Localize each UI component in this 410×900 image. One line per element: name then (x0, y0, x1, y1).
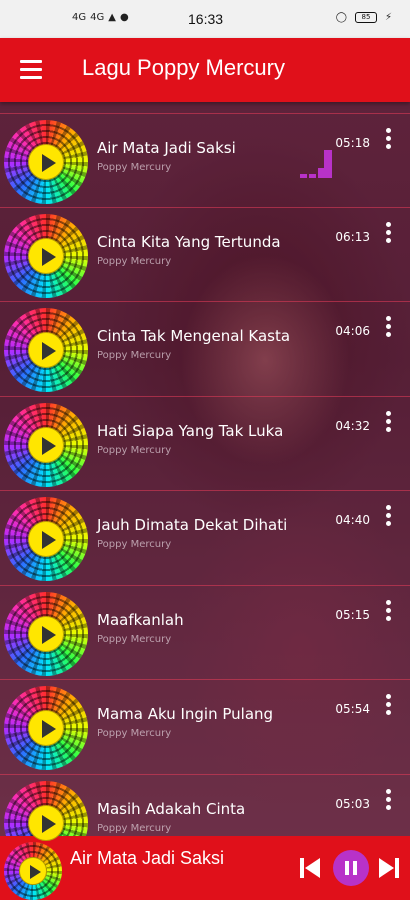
song-artist: Poppy Mercury (97, 633, 172, 645)
song-title: Air Mata Jadi Saksi (97, 139, 236, 157)
status-time: 16:33 (188, 11, 224, 27)
song-duration: 04:32 (335, 418, 370, 433)
song-thumbnail[interactable] (4, 686, 88, 770)
battery-icon: 85 (354, 12, 377, 23)
more-options-icon[interactable] (386, 694, 394, 718)
signal-icon: 4G (90, 12, 105, 23)
song-title: Jauh Dimata Dekat Dihati (97, 516, 288, 534)
song-title: Hati Siapa Yang Tak Luka (97, 421, 284, 440)
song-row[interactable]: Hati Siapa Yang Tak Luka Poppy Mercury 04:… (0, 397, 410, 491)
charging-icon: ⚡ (384, 12, 392, 23)
now-playing-title[interactable]: Air Mata Jadi Saksi (70, 848, 224, 869)
song-thumbnail[interactable] (4, 591, 88, 676)
song-artist: Poppy Mercury (97, 350, 172, 361)
song-title: Cinta Tak Mengenal Kasta (97, 327, 291, 345)
song-title: Masih Adakah Cinta (97, 799, 246, 818)
chat-icon: ● (119, 12, 129, 23)
song-duration: 05:15 (335, 607, 370, 622)
song-thumbnail[interactable] (4, 308, 88, 392)
signal-icon: 4G (72, 12, 87, 23)
now-playing-thumbnail[interactable] (4, 842, 62, 900)
now-playing-bar[interactable]: Air Mata Jadi Saksi (0, 836, 410, 900)
song-row[interactable]: Cinta Tak Mengenal Kasta Poppy Mercury 04:… (0, 302, 410, 397)
song-title: Cinta Kita Yang Tertunda (97, 232, 281, 251)
more-options-icon[interactable] (386, 505, 394, 529)
pause-button[interactable] (333, 850, 369, 886)
more-options-icon[interactable] (386, 410, 394, 435)
song-thumbnail[interactable] (4, 497, 88, 581)
app-bar: Lagu Poppy Mercury (0, 38, 410, 102)
hamburger-menu-icon[interactable] (20, 60, 44, 80)
song-list: Air Mata Jadi Saksi Poppy Mercury 05:18 Cin… (0, 113, 410, 869)
play-icon (28, 237, 64, 274)
song-artist: Poppy Mercury (97, 162, 172, 173)
song-thumbnail[interactable] (4, 402, 88, 487)
song-thumbnail[interactable] (4, 120, 88, 204)
song-row[interactable]: Cinta Kita Yang Tertunda Poppy Mercury 06:… (0, 208, 410, 302)
song-duration: 05:54 (335, 702, 370, 716)
more-options-icon[interactable] (386, 316, 394, 340)
more-options-icon[interactable] (386, 788, 394, 813)
play-icon (28, 615, 64, 652)
song-artist: Poppy Mercury (97, 822, 172, 834)
app-title: Lagu Poppy Mercury (82, 55, 285, 80)
more-options-icon[interactable] (386, 128, 394, 152)
location-icon: ◯ (335, 12, 347, 23)
status-icons-right: ◯ 85 ⚡ (336, 12, 392, 23)
song-title: Mama Aku Ingin Pulang (97, 705, 274, 723)
previous-track-button[interactable] (298, 857, 322, 879)
song-duration: 04:40 (335, 513, 370, 527)
song-duration: 06:13 (335, 229, 370, 244)
song-artist: Poppy Mercury (97, 728, 172, 739)
next-track-button[interactable] (378, 857, 402, 879)
more-options-icon[interactable] (386, 221, 394, 246)
play-icon (19, 857, 47, 885)
status-icons-left: 4G 4G ▲ ● (72, 12, 129, 23)
song-thumbnail[interactable] (4, 213, 88, 298)
song-row[interactable]: Jauh Dimata Dekat Dihati Poppy Mercury 04:… (0, 491, 410, 586)
song-row[interactable]: Mama Aku Ingin Pulang Poppy Mercury 05:54 (0, 680, 410, 775)
play-icon (28, 144, 64, 180)
song-duration: 04:06 (335, 324, 370, 338)
more-options-icon[interactable] (386, 599, 394, 624)
play-icon (28, 804, 64, 841)
play-icon (28, 332, 64, 368)
song-row[interactable]: Air Mata Jadi Saksi Poppy Mercury 05:18 (0, 113, 410, 208)
song-artist: Poppy Mercury (97, 255, 172, 267)
equalizer-icon (300, 150, 334, 178)
song-artist: Poppy Mercury (97, 444, 172, 456)
song-duration: 05:03 (335, 796, 370, 811)
song-duration: 05:18 (335, 136, 370, 150)
wifi-icon: ▲ (108, 12, 116, 23)
play-icon (28, 521, 64, 557)
play-icon (28, 426, 64, 463)
play-icon (28, 710, 64, 746)
status-bar: 4G 4G ▲ ● 16:33 ◯ 85 ⚡ (0, 0, 410, 38)
song-artist: Poppy Mercury (97, 539, 172, 550)
song-title: Maafkanlah (97, 610, 184, 629)
song-row[interactable]: Maafkanlah Poppy Mercury 05:15 (0, 586, 410, 680)
